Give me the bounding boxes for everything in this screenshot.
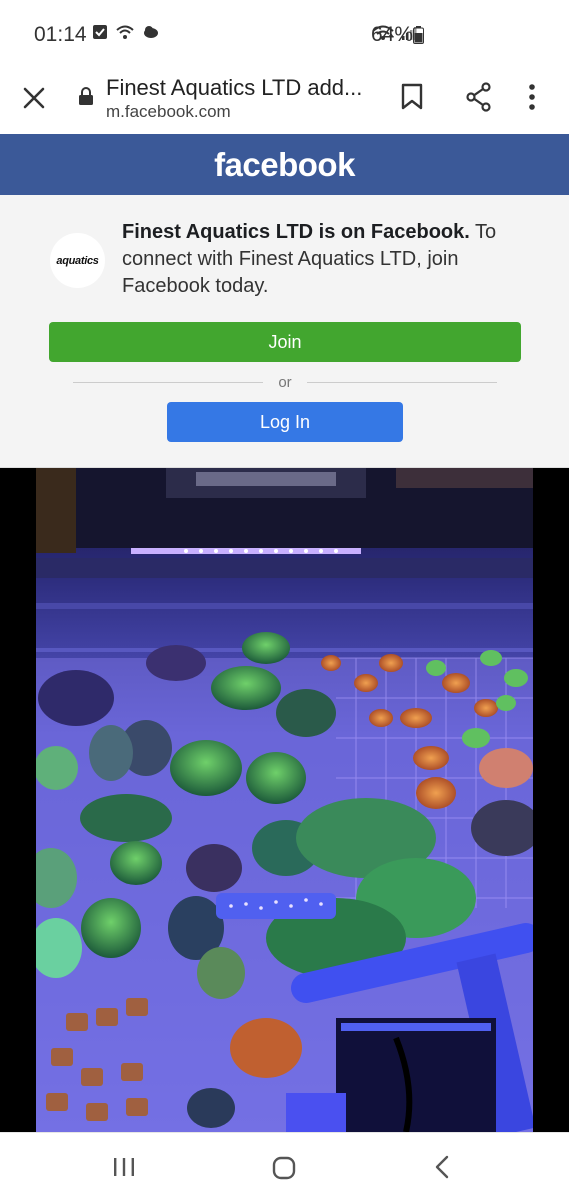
avatar-logo-text: aquatics bbox=[56, 254, 99, 267]
photo-viewer bbox=[0, 468, 569, 1132]
facebook-header: facebook bbox=[0, 134, 569, 195]
cloud-notification-icon bbox=[144, 26, 158, 38]
status-bar: 01:14 64% bbox=[0, 0, 569, 70]
system-nav-bar bbox=[0, 1132, 569, 1201]
lock-icon bbox=[79, 87, 93, 105]
recent-apps-icon[interactable] bbox=[112, 1157, 136, 1177]
page-url: m.facebook.com bbox=[106, 102, 231, 121]
login-button[interactable]: Log In bbox=[167, 402, 403, 442]
divider-line-right bbox=[307, 382, 497, 383]
close-icon[interactable] bbox=[20, 84, 48, 112]
back-icon[interactable] bbox=[434, 1155, 450, 1179]
facebook-logo[interactable]: facebook bbox=[214, 146, 355, 184]
notification-icons bbox=[92, 24, 160, 40]
status-time: 01:14 bbox=[34, 23, 87, 46]
join-message: Finest Aquatics LTD is on Facebook. To c… bbox=[122, 219, 542, 300]
page-name: Finest Aquatics LTD is on Facebook. bbox=[122, 221, 470, 243]
page-avatar[interactable]: aquatics bbox=[50, 233, 105, 288]
wifi-notification-icon bbox=[116, 25, 134, 39]
coral-tank-photo[interactable] bbox=[36, 468, 533, 1132]
battery-icon bbox=[413, 26, 424, 44]
or-divider: or bbox=[73, 374, 497, 394]
battery-percent: 64% bbox=[371, 23, 414, 46]
home-icon[interactable] bbox=[272, 1156, 296, 1180]
bookmark-icon[interactable] bbox=[400, 83, 424, 111]
checkbox-notification-icon bbox=[93, 25, 107, 39]
join-panel: aquatics Finest Aquatics LTD is on Faceb… bbox=[0, 195, 569, 468]
page-title: Finest Aquatics LTD add... bbox=[106, 75, 363, 100]
more-options-icon[interactable] bbox=[528, 83, 536, 111]
browser-toolbar: Finest Aquatics LTD add... m.facebook.co… bbox=[0, 70, 569, 134]
share-icon[interactable] bbox=[465, 82, 493, 112]
join-button[interactable]: Join bbox=[49, 322, 521, 362]
coral-tank-image bbox=[36, 468, 533, 1132]
